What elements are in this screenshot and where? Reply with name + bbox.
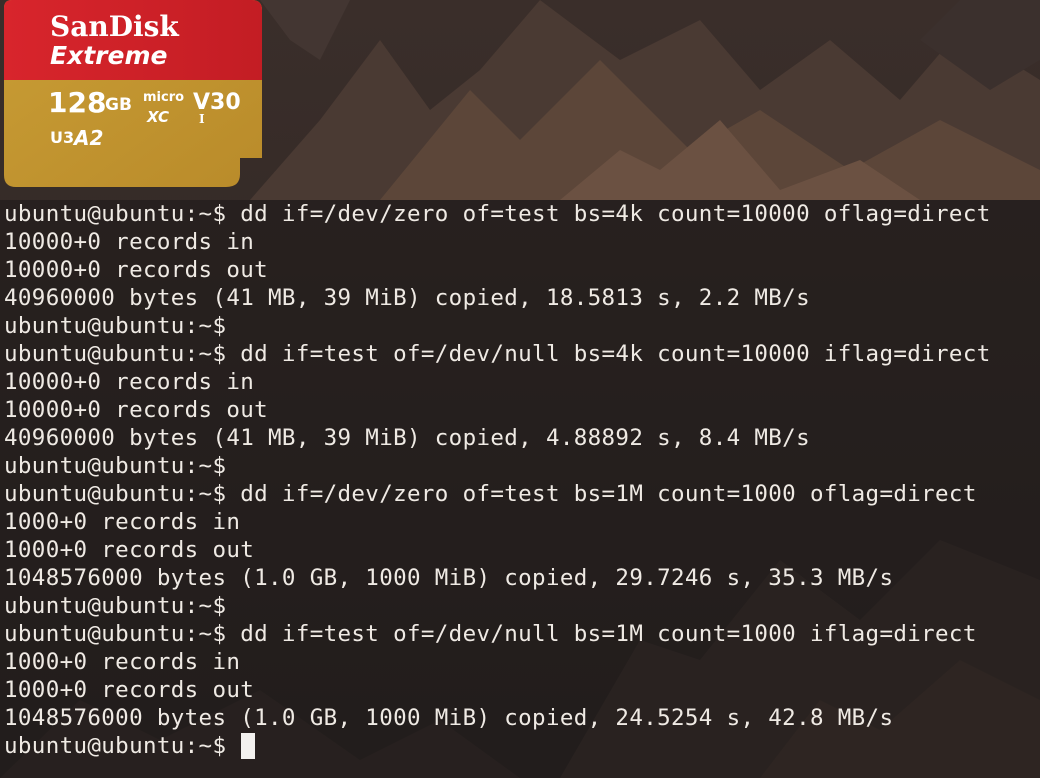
terminal-line: ubuntu@ubuntu:~$ dd if=/dev/zero of=test… (4, 201, 991, 227)
terminal-prompt: ubuntu@ubuntu:~$ (4, 733, 241, 759)
terminal-line: ubuntu@ubuntu:~$ dd if=test of=/dev/null… (4, 341, 991, 367)
terminal-line: ubuntu@ubuntu:~$ (4, 593, 227, 619)
terminal-line: 40960000 bytes (41 MB, 39 MiB) copied, 1… (4, 285, 810, 311)
terminal-line: 10000+0 records out (4, 257, 269, 283)
terminal-line: 1000+0 records out (4, 677, 255, 703)
sd-uhs: I (199, 112, 205, 126)
sd-sdxc: XC (146, 108, 169, 126)
sd-u-class: U3 (50, 128, 74, 147)
terminal-output: ubuntu@ubuntu:~$ dd if=/dev/zero of=test… (4, 200, 991, 760)
terminal-line: 1048576000 bytes (1.0 GB, 1000 MiB) copi… (4, 565, 894, 591)
sd-capacity-unit: GB (105, 95, 132, 115)
sd-line: Extreme (50, 41, 167, 70)
sd-app-class: A2 (72, 126, 103, 150)
terminal-line: 1000+0 records in (4, 649, 241, 675)
terminal-line: 1048576000 bytes (1.0 GB, 1000 MiB) copi… (4, 705, 894, 731)
terminal-line: ubuntu@ubuntu:~$ (4, 453, 227, 479)
terminal-line: 10000+0 records in (4, 229, 255, 255)
terminal-line: 1000+0 records in (4, 509, 241, 535)
terminal-window[interactable]: ubuntu@ubuntu:~$ dd if=/dev/zero of=test… (0, 200, 1040, 778)
terminal-line: 10000+0 records out (4, 397, 269, 423)
terminal-line: ubuntu@ubuntu:~$ (4, 313, 227, 339)
terminal-line: ubuntu@ubuntu:~$ dd if=test of=/dev/null… (4, 621, 977, 647)
terminal-line: 10000+0 records in (4, 369, 255, 395)
terminal-cursor[interactable] (241, 733, 256, 759)
sd-card-image: SanDisk Extreme 128 GB micro XC V30 I U3… (4, 0, 262, 187)
sd-micro: micro (143, 90, 184, 105)
terminal-prompt-line[interactable]: ubuntu@ubuntu:~$ (4, 732, 991, 760)
sd-brand: SanDisk (50, 10, 179, 43)
terminal-line: ubuntu@ubuntu:~$ dd if=/dev/zero of=test… (4, 481, 977, 507)
terminal-line: 40960000 bytes (41 MB, 39 MiB) copied, 4… (4, 425, 810, 451)
terminal-line: 1000+0 records out (4, 537, 255, 563)
sd-capacity: 128 (48, 86, 106, 119)
